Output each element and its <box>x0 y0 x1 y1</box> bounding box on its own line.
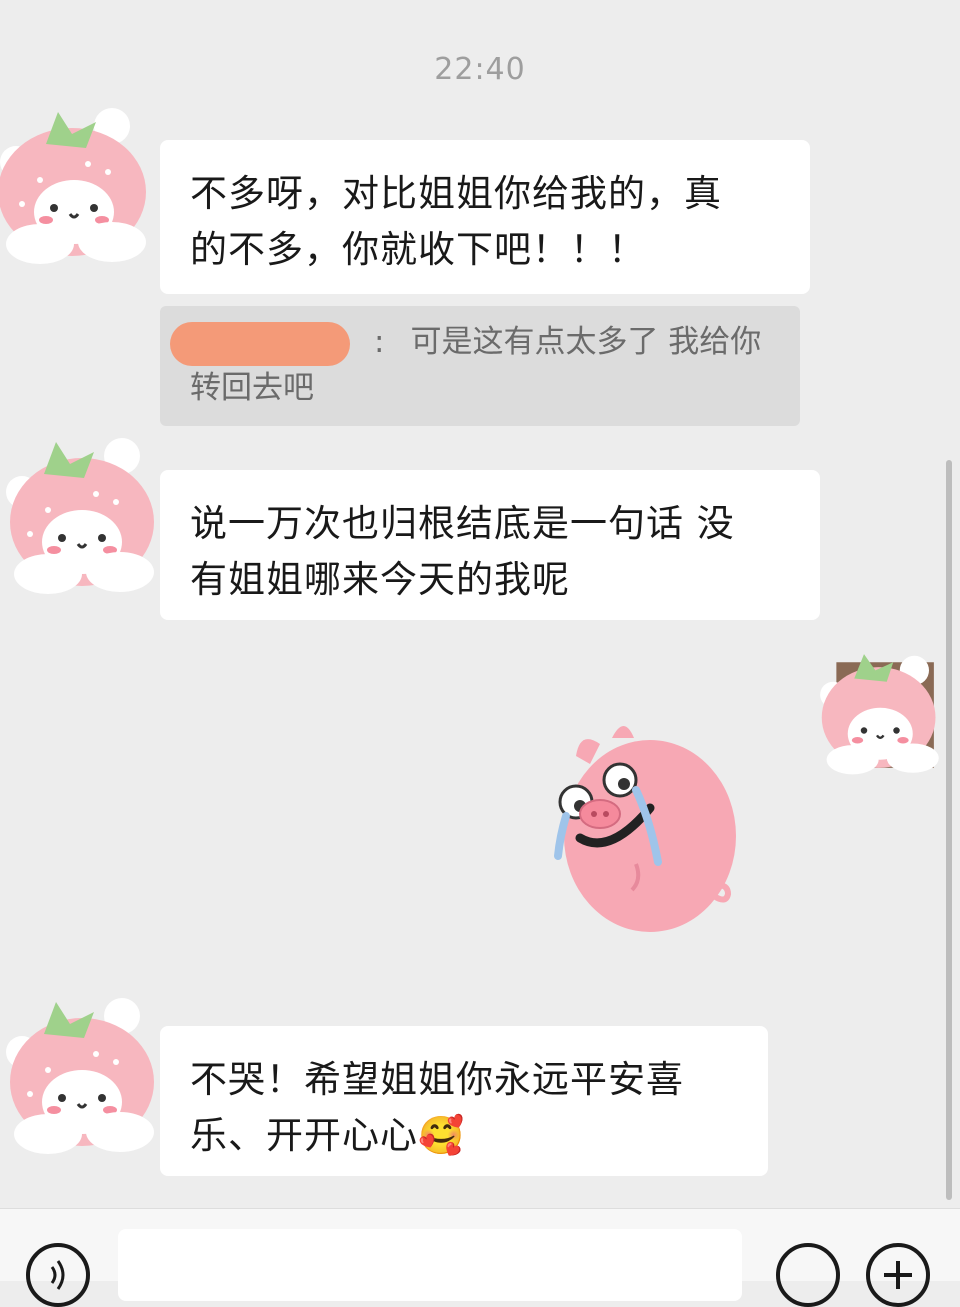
message-text: 乐、开开心心 <box>190 1114 418 1157</box>
message-bubble[interactable]: 不哭！希望姐姐你永远平安喜 乐、开开心心🥰 <box>160 1026 768 1176</box>
message-input[interactable] <box>118 1229 742 1301</box>
quote-separator: : <box>374 324 385 360</box>
input-bar <box>0 1208 960 1307</box>
quote-text-line: 转回去吧 <box>190 369 314 406</box>
quote-line: : 可是这有点太多了 我给你 <box>170 320 772 366</box>
message-text-line-with-emoji: 乐、开开心心🥰 <box>190 1108 738 1164</box>
message-bubble[interactable]: 说一万次也归根结底是一句话 没 有姐姐哪来今天的我呢 <box>160 470 820 620</box>
smiling-hearts-emoji-icon: 🥰 <box>418 1114 466 1157</box>
voice-icon-glyph <box>50 1260 65 1290</box>
self-avatar[interactable] <box>812 646 942 776</box>
plus-icon-glyph <box>884 1261 912 1289</box>
redacted-name-mark <box>170 321 350 366</box>
message-text-line: 不多呀，对比姐姐你给我的，真 <box>190 172 722 215</box>
voice-icon[interactable] <box>26 1243 90 1307</box>
contact-avatar[interactable] <box>4 434 164 594</box>
crying-pig-sticker-icon[interactable] <box>540 716 740 936</box>
emoji-icon[interactable] <box>776 1243 840 1307</box>
contact-avatar[interactable] <box>0 104 160 264</box>
message-bubble[interactable]: 不多呀，对比姐姐你给我的，真 的不多，你就收下吧！！！ <box>160 140 810 294</box>
plus-icon[interactable] <box>866 1243 930 1307</box>
message-text-line: 不哭！希望姐姐你永远平安喜 <box>190 1058 684 1101</box>
message-text-line: 的不多，你就收下吧！！！ <box>190 228 646 271</box>
message-text-line: 说一万次也归根结底是一句话 没 <box>190 502 735 545</box>
quoted-message[interactable]: : 可是这有点太多了 我给你 转回去吧 <box>160 306 800 426</box>
scrollbar[interactable] <box>946 460 952 1200</box>
chat-timestamp: 22:40 <box>434 52 526 87</box>
quote-text-line: 可是这有点太多了 我给你 <box>410 324 762 360</box>
message-text-line: 有姐姐哪来今天的我呢 <box>190 558 570 601</box>
contact-avatar[interactable] <box>4 994 164 1154</box>
